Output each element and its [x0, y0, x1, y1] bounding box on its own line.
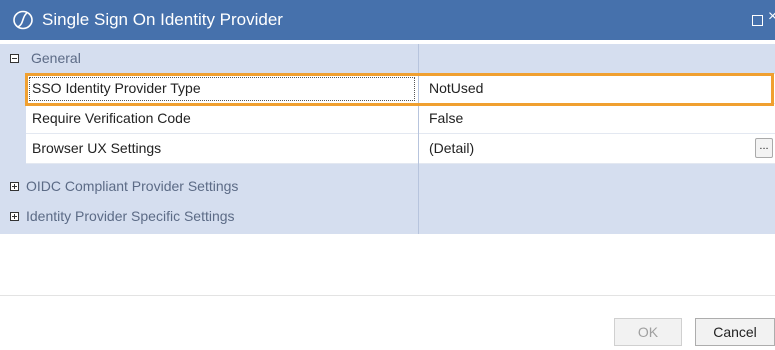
footer-separator: [0, 295, 775, 296]
property-name: SSO Identity Provider Type: [32, 80, 201, 96]
property-name-cell[interactable]: SSO Identity Provider Type: [26, 74, 418, 104]
property-name: Require Verification Code: [32, 110, 191, 126]
category-label: General: [31, 50, 81, 66]
property-name: Browser UX Settings: [32, 140, 162, 156]
property-grid: General SSO Identity Provider Type NotUs…: [0, 44, 775, 234]
property-row-browser-ux[interactable]: Browser UX Settings (Detail) ...: [0, 134, 775, 164]
window-title: Single Sign On Identity Provider: [42, 10, 283, 29]
property-name-cell[interactable]: Require Verification Code: [26, 104, 418, 134]
cancel-button[interactable]: Cancel: [695, 318, 775, 346]
property-value-cell[interactable]: False: [419, 104, 775, 134]
property-value: NotUsed: [429, 80, 484, 96]
category-oidc[interactable]: OIDC Compliant Provider Settings: [0, 172, 775, 202]
property-row-sso-type[interactable]: SSO Identity Provider Type NotUsed: [0, 74, 775, 104]
property-value: (Detail): [429, 140, 475, 156]
category-label: Identity Provider Specific Settings: [26, 208, 235, 224]
category-general[interactable]: General: [0, 44, 775, 74]
category-label: OIDC Compliant Provider Settings: [26, 178, 239, 194]
title-bar: Single Sign On Identity Provider ×: [0, 0, 775, 40]
collapse-icon[interactable]: [10, 54, 19, 63]
category-idp-specific[interactable]: Identity Provider Specific Settings: [0, 202, 775, 232]
app-logo-icon: [13, 10, 33, 30]
ok-button[interactable]: OK: [614, 318, 682, 346]
property-name-cell[interactable]: Browser UX Settings: [26, 134, 418, 164]
property-value-cell[interactable]: NotUsed: [419, 74, 775, 104]
expand-icon[interactable]: [10, 182, 19, 191]
property-value: False: [429, 110, 464, 126]
maximize-icon[interactable]: [752, 15, 763, 26]
browse-details-button[interactable]: ...: [755, 138, 773, 158]
property-row-require-verification[interactable]: Require Verification Code False: [0, 104, 775, 134]
expand-icon[interactable]: [10, 212, 19, 221]
close-icon[interactable]: ×: [768, 8, 775, 26]
property-value-cell[interactable]: (Detail) ...: [419, 134, 775, 164]
